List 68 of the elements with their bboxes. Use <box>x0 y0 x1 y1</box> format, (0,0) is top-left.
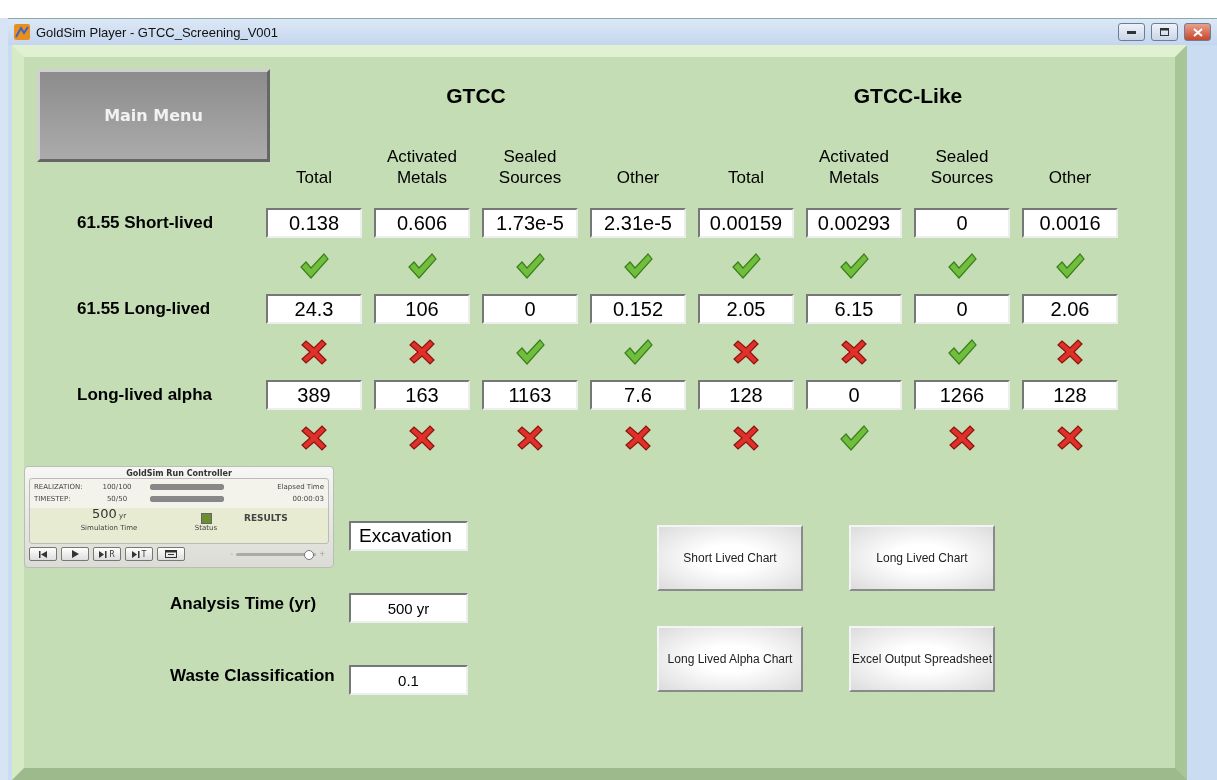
slider-thumb[interactable] <box>304 549 315 560</box>
value-field: 1.73e-5 <box>482 208 578 238</box>
value-field: 128 <box>1022 380 1118 410</box>
column-header: Activated Metals <box>386 146 458 189</box>
value-field: 389 <box>266 380 362 410</box>
controller-title: GoldSim Run Controller <box>125 469 233 478</box>
value-field: 2.05 <box>698 294 794 324</box>
column-header: Other <box>1047 167 1093 189</box>
value-field: 6.15 <box>806 294 902 324</box>
window-title: GoldSim Player - GTCC_Screening_V001 <box>36 24 280 40</box>
value-field: 0 <box>806 380 902 410</box>
status-text: RESULTS <box>244 513 288 523</box>
value-field: 0 <box>482 294 578 324</box>
value-field: 2.31e-5 <box>590 208 686 238</box>
maximize-button[interactable] <box>1151 23 1178 41</box>
value-field: 24.3 <box>266 294 362 324</box>
value-field: 2.06 <box>1022 294 1118 324</box>
column-header: Sealed Sources <box>497 146 563 189</box>
chart-button[interactable]: Excel Output Spreadsheet <box>849 626 995 692</box>
value-field: 0.0016 <box>1022 208 1118 238</box>
controller-button[interactable] <box>157 547 185 561</box>
maximize-icon <box>1160 28 1169 36</box>
controller-button[interactable] <box>29 547 57 561</box>
status-indicator <box>200 513 212 524</box>
value-field: 0.00159 <box>698 208 794 238</box>
input-field[interactable]: 500 yr <box>349 593 468 623</box>
column-header: Activated Metals <box>818 146 890 189</box>
controller-button[interactable]: R <box>93 547 121 561</box>
controller-button[interactable] <box>61 547 89 561</box>
chart-button[interactable]: Long Lived Chart <box>849 525 995 591</box>
window-icon <box>165 550 177 558</box>
step-icon <box>131 550 140 558</box>
value-field: 1266 <box>914 380 1010 410</box>
value-field: 7.6 <box>590 380 686 410</box>
input-field[interactable]: 0.1 <box>349 665 468 695</box>
minimize-button[interactable] <box>1118 23 1145 41</box>
row-label: 61.55 Short-lived <box>76 213 215 233</box>
value-field: 0.138 <box>266 208 362 238</box>
value-field: 0 <box>914 208 1010 238</box>
column-header: Other <box>615 167 661 189</box>
column-header: Total <box>727 167 765 189</box>
app-icon <box>14 24 30 40</box>
skip-back-icon <box>39 550 47 558</box>
controller-button[interactable]: T <box>125 547 153 561</box>
value-field: 128 <box>698 380 794 410</box>
scenario-field[interactable]: Excavation <box>349 521 468 551</box>
column-header: Total <box>295 167 333 189</box>
column-header: Sealed Sources <box>929 146 995 189</box>
value-field: 0 <box>914 294 1010 324</box>
value-field: 0.606 <box>374 208 470 238</box>
value-field: 163 <box>374 380 470 410</box>
field-label: Waste Classification <box>169 665 336 687</box>
close-icon <box>1192 27 1203 37</box>
chart-button[interactable]: Long Lived Alpha Chart <box>657 626 803 692</box>
value-field: 0.152 <box>590 294 686 324</box>
field-label: Analysis Time (yr) <box>169 593 318 615</box>
row-label: 61.55 Long-lived <box>76 299 212 319</box>
value-field: 1163 <box>482 380 578 410</box>
minimize-icon <box>1127 30 1136 34</box>
value-field: 0.00293 <box>806 208 902 238</box>
close-button[interactable] <box>1184 23 1211 41</box>
group-title: GTCC-Like <box>852 84 964 108</box>
row-label: Long-lived alpha <box>76 385 214 405</box>
value-field: 106 <box>374 294 470 324</box>
step-icon <box>99 550 108 558</box>
chart-button[interactable]: Short Lived Chart <box>657 525 803 591</box>
play-icon <box>71 550 79 558</box>
group-title: GTCC <box>445 84 507 108</box>
